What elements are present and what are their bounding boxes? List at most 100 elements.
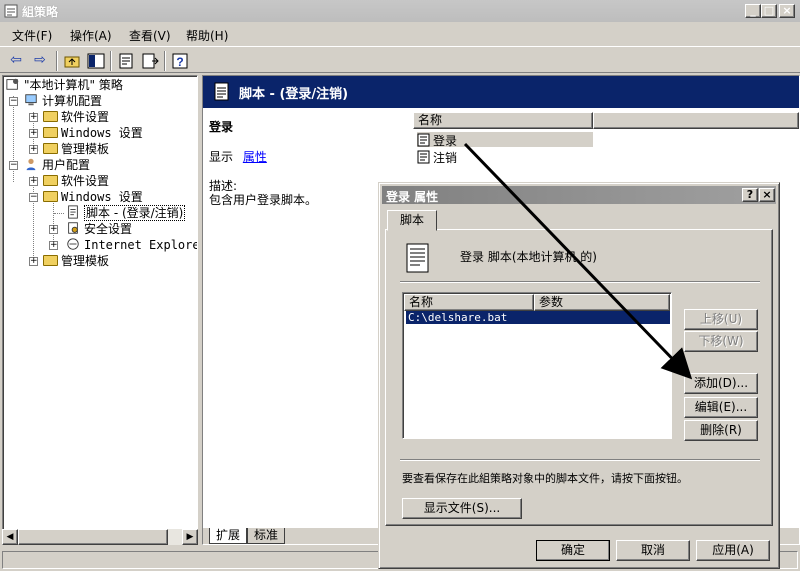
folder-icon	[43, 191, 58, 202]
expand-toggle[interactable]: +	[29, 145, 38, 154]
tab-scripts[interactable]: 脚本	[387, 210, 437, 231]
script-icon	[214, 82, 229, 101]
console-tree[interactable]: "本地计算机" 策略 − 计算机配置 + 软件设置 + Windows 设置 +…	[2, 75, 198, 545]
window-title-bar[interactable]: 組策略 _ □ ×	[0, 0, 800, 22]
expand-toggle[interactable]: −	[9, 161, 18, 170]
tree-item-computer-config[interactable]: 计算机配置	[23, 93, 102, 109]
export-list-icon[interactable]	[140, 51, 160, 71]
move-down-button[interactable]: 下移(W)	[684, 331, 758, 352]
dialog-close-button[interactable]: ×	[759, 188, 775, 202]
tree-item-internet-explorer[interactable]: Internet Explorer 维	[65, 237, 197, 253]
window-title: 組策略	[22, 5, 59, 19]
script-list[interactable]: 名称 参数 C:\delshare.bat	[402, 292, 672, 439]
tree-horizontal-scrollbar[interactable]: ◀ ▶	[2, 529, 198, 545]
tree-item-user-config[interactable]: 用户配置	[23, 157, 90, 173]
folder-icon	[43, 175, 58, 186]
help-icon[interactable]: ?	[170, 51, 190, 71]
menu-help[interactable]: 帮助(H)	[186, 27, 228, 44]
add-button[interactable]: 添加(D)...	[684, 373, 758, 394]
expand-toggle[interactable]: +	[49, 225, 58, 234]
folder-icon	[43, 127, 58, 138]
scroll-left-button[interactable]: ◀	[2, 529, 18, 545]
user-icon	[26, 158, 36, 171]
internet-explorer-icon	[67, 238, 79, 250]
tree-item-scripts[interactable]: 脚本 - (登录/注销)	[65, 205, 186, 221]
section-title: 登录	[209, 120, 234, 134]
folder-icon	[43, 255, 58, 266]
edit-button[interactable]: 编辑(E)...	[684, 397, 758, 418]
column-header-name[interactable]: 名称	[413, 112, 593, 129]
dialog-title: 登录 属性	[386, 190, 439, 204]
menu-action[interactable]: 操作(A)	[70, 27, 112, 44]
menu-view[interactable]: 查看(V)	[129, 27, 171, 44]
description-text: 包含用户登录脚本。	[209, 193, 318, 207]
details-header-title: 脚本 - (登录/注销)	[239, 87, 349, 102]
scripts-tab-page: 登录 脚本(本地计算机 的) 名称 参数 C:\delshare.bat 上移(…	[385, 229, 773, 526]
expand-toggle[interactable]: +	[29, 113, 38, 122]
show-properties-line: 显示 属性	[209, 150, 267, 164]
dialog-title-bar[interactable]: 登录 属性 ? ×	[382, 186, 776, 204]
expand-toggle[interactable]: +	[49, 241, 58, 250]
scroll-thumb[interactable]	[18, 529, 168, 545]
tree-item-software-settings[interactable]: 软件设置	[43, 173, 109, 189]
script-file-icon	[406, 243, 429, 273]
logon-properties-dialog: 登录 属性 ? × 脚本 登录 脚本(本地计算机 的) 名称 参数 C:\del…	[378, 182, 780, 569]
tree-root[interactable]: "本地计算机" 策略	[5, 77, 123, 93]
up-folder-icon[interactable]	[62, 51, 82, 71]
remove-button[interactable]: 删除(R)	[684, 420, 758, 441]
computer-icon	[25, 94, 37, 106]
column-header-parameters[interactable]: 参数	[534, 294, 670, 311]
scripts-heading: 登录 脚本(本地计算机 的)	[460, 250, 597, 264]
properties-link[interactable]: 属性	[243, 150, 267, 164]
policy-root-icon	[6, 78, 19, 90]
svg-text:?: ?	[176, 55, 183, 69]
dialog-help-button[interactable]: ?	[742, 188, 758, 202]
expand-toggle[interactable]: −	[29, 193, 38, 202]
expand-toggle[interactable]: +	[29, 257, 38, 266]
menu-file[interactable]: 文件(F)	[12, 27, 52, 44]
back-arrow-icon[interactable]: ⇦	[6, 51, 26, 71]
tree-item-admin-templates[interactable]: 管理模板	[43, 141, 109, 157]
column-header-name[interactable]: 名称	[404, 294, 534, 311]
description-panel: 登录 显示 属性 描述: 包含用户登录脚本。	[203, 108, 403, 528]
folder-icon	[43, 143, 58, 154]
toolbar-separator	[110, 51, 112, 71]
expand-toggle[interactable]: +	[29, 177, 38, 186]
group-policy-app-icon	[4, 4, 18, 18]
show-files-info-text: 要查看保存在此組策略对象中的脚本文件，请按下面按钮。	[402, 472, 688, 485]
script-list-row[interactable]: C:\delshare.bat	[406, 311, 670, 324]
toolbar-separator	[56, 51, 58, 71]
details-header: 脚本 - (登录/注销)	[203, 76, 799, 108]
security-icon	[68, 222, 78, 234]
tree-item-security-settings[interactable]: 安全设置	[65, 221, 132, 237]
tree-item-windows-settings[interactable]: Windows 设置	[43, 189, 143, 205]
maximize-button[interactable]: □	[761, 4, 777, 18]
tree-item-software-settings[interactable]: 软件设置	[43, 109, 109, 125]
toolbar: ⇦ ⇨ ?	[0, 46, 800, 73]
show-files-button[interactable]: 显示文件(S)...	[402, 498, 522, 519]
expand-toggle[interactable]: +	[29, 129, 38, 138]
tab-standard[interactable]: 标准	[247, 528, 286, 544]
close-button[interactable]: ×	[779, 4, 795, 18]
tab-extended[interactable]: 扩展	[209, 528, 248, 544]
toolbar-separator	[164, 51, 166, 71]
list-item-logon[interactable]: 登录	[417, 132, 593, 148]
expand-toggle[interactable]: −	[9, 97, 18, 106]
ok-button[interactable]: 确定	[536, 540, 610, 561]
cancel-button[interactable]: 取消	[616, 540, 690, 561]
scroll-right-button[interactable]: ▶	[182, 529, 198, 545]
tree-item-windows-settings[interactable]: Windows 设置	[43, 125, 143, 141]
tree-item-admin-templates[interactable]: 管理模板	[43, 253, 109, 269]
menu-bar: 文件(F) 操作(A) 查看(V) 帮助(H)	[0, 23, 800, 45]
folder-icon	[43, 111, 58, 122]
minimize-button[interactable]: _	[745, 4, 761, 18]
forward-arrow-icon[interactable]: ⇨	[30, 51, 50, 71]
apply-button[interactable]: 应用(A)	[696, 540, 770, 561]
script-icon	[417, 150, 430, 164]
script-icon	[68, 205, 78, 219]
move-up-button[interactable]: 上移(U)	[684, 309, 758, 330]
properties-icon[interactable]	[116, 51, 136, 71]
list-item-logoff[interactable]: 注销	[417, 149, 457, 165]
column-header-empty[interactable]	[593, 112, 799, 129]
show-hide-tree-icon[interactable]	[86, 51, 106, 71]
